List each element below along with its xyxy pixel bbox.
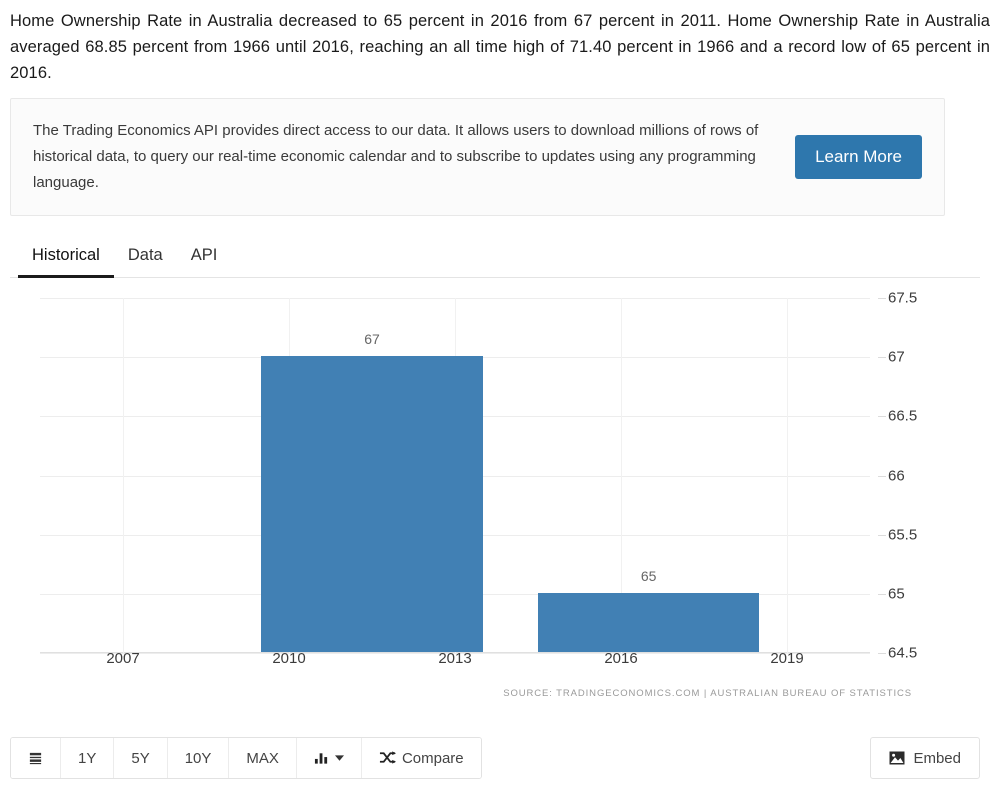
api-promo-text: The Trading Economics API provides direc… <box>33 122 759 191</box>
y-axis-tick-label: 66 <box>888 467 905 484</box>
list-view-button[interactable] <box>11 738 61 778</box>
range-button-10y[interactable]: 10Y <box>167 738 230 778</box>
y-axis-tick <box>878 357 886 359</box>
chart-type-dropdown[interactable] <box>296 738 362 778</box>
home-ownership-rate-chart: 67 65 67.5 67 66.5 66 65.5 65 64.5 2007 2010 2013… <box>10 288 980 703</box>
y-axis-tick <box>878 534 886 536</box>
chart-toolbar: 1Y 5Y 10Y MAX Compare Embed <box>10 736 980 780</box>
y-axis-labels: 67.5 67 66.5 66 65.5 65 64.5 <box>878 288 978 663</box>
y-axis-tick <box>878 298 886 299</box>
chevron-down-icon <box>334 754 344 762</box>
x-axis-tick-label: 2013 <box>438 650 472 667</box>
range-button-5y[interactable]: 5Y <box>114 738 168 778</box>
chart-bar[interactable] <box>538 592 760 652</box>
chart-tabs: Historical Data API <box>10 234 980 278</box>
x-axis-tick-label: 2010 <box>272 650 306 667</box>
compare-button[interactable]: Compare <box>361 738 481 778</box>
summary-paragraph: Home Ownership Rate in Australia decreas… <box>10 12 990 82</box>
list-icon <box>28 751 43 766</box>
embed-label: Embed <box>913 749 961 767</box>
gridline-vertical <box>123 298 124 653</box>
y-axis-tick-label: 66.5 <box>888 407 918 425</box>
api-promo-banner: The Trading Economics API provides direc… <box>10 98 945 216</box>
y-axis-tick-label: 67 <box>888 348 905 366</box>
y-axis-tick <box>878 593 886 595</box>
gridline-vertical <box>787 298 788 653</box>
embed-button[interactable]: Embed <box>870 737 980 779</box>
range-button-1y[interactable]: 1Y <box>61 738 115 778</box>
tab-historical[interactable]: Historical <box>18 240 114 278</box>
y-axis-tick <box>878 653 886 654</box>
bar-value-label: 67 <box>364 331 380 348</box>
bar-chart-icon <box>314 751 329 765</box>
x-axis-labels: 2007 2010 2013 2016 2019 <box>40 650 870 678</box>
chart-controls-group: 1Y 5Y 10Y MAX Compare <box>10 737 482 779</box>
learn-more-button[interactable]: Learn More <box>795 135 922 179</box>
y-axis-tick-label: 64.5 <box>888 644 918 662</box>
tab-api[interactable]: API <box>177 240 232 278</box>
x-axis-tick-label: 2007 <box>106 650 140 667</box>
x-axis-tick-label: 2019 <box>770 650 804 667</box>
range-button-max[interactable]: MAX <box>229 738 297 778</box>
image-icon <box>889 751 905 765</box>
chart-bar[interactable] <box>261 356 483 652</box>
compare-label: Compare <box>401 749 464 767</box>
y-axis-tick <box>878 475 886 477</box>
y-axis-tick <box>878 416 886 418</box>
y-axis-tick-label: 65 <box>888 585 905 603</box>
chart-source-attribution: SOURCE: TRADINGECONOMICS.COM | AUSTRALIA… <box>503 688 912 699</box>
shuffle-icon <box>379 751 396 765</box>
tab-data[interactable]: Data <box>114 240 177 278</box>
bar-value-label: 65 <box>640 567 657 584</box>
chart-plot-area[interactable]: 67 65 <box>40 298 870 654</box>
x-axis-tick-label: 2016 <box>604 650 638 667</box>
y-axis-tick-label: 65.5 <box>888 526 918 544</box>
y-axis-tick-label: 67.5 <box>888 289 918 307</box>
